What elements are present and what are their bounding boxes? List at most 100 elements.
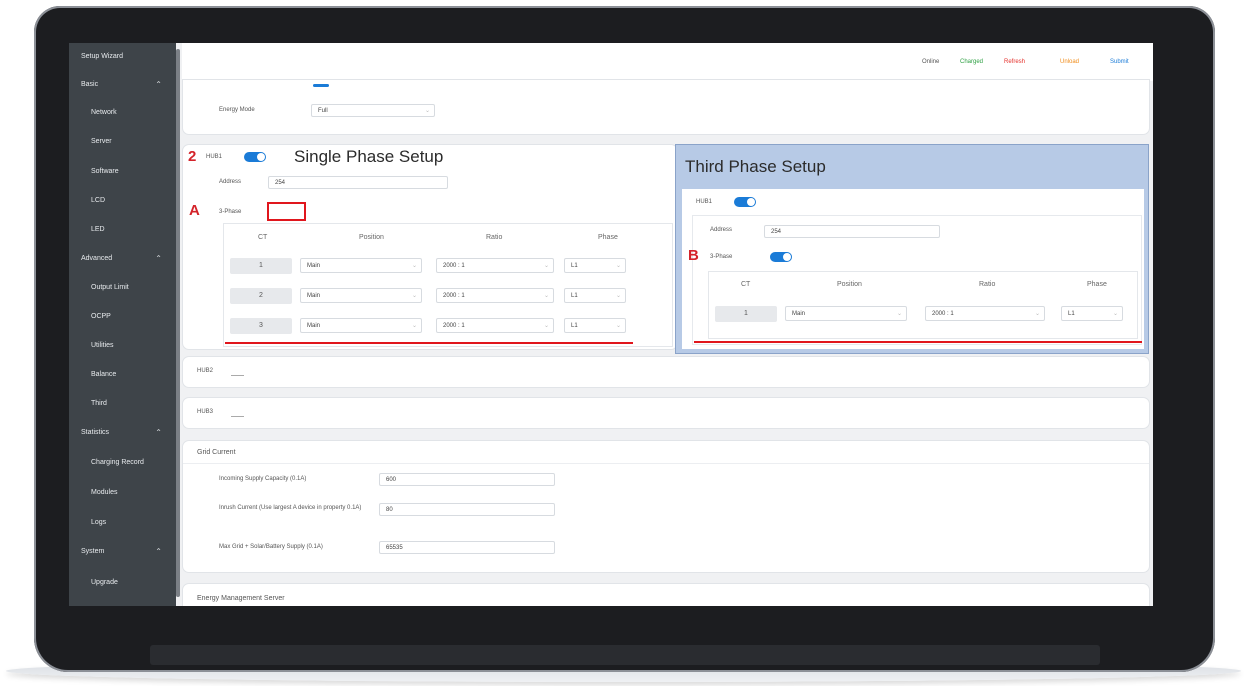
sidebar-item[interactable]: Logs	[69, 513, 176, 533]
ratio-select[interactable]: 2000 : 1 ⌄	[436, 258, 554, 273]
hub2-label: HUB2	[197, 368, 214, 374]
position-select[interactable]: Main ⌄	[785, 306, 907, 321]
sidebar-item[interactable]: Output Limit	[69, 278, 176, 298]
position-select-value: Main	[307, 323, 321, 329]
tp-ct-table: CT Position Ratio Phase 1 Main ⌄ 2000 : 1 ⌄ L…	[708, 271, 1138, 339]
ratio-select[interactable]: 2000 : 1 ⌄	[436, 318, 554, 333]
sidebar-item-label: Logs	[91, 519, 107, 526]
inrush-current-value: 80	[386, 507, 393, 513]
sidebar-item-label: Software	[91, 168, 119, 175]
chevron-down-icon: ⌄	[1112, 311, 1118, 317]
highlight-underline	[225, 342, 633, 344]
chevron-down-icon: ⌄	[896, 311, 902, 317]
unload-button[interactable]: Unload	[1060, 59, 1079, 65]
sidebar-item[interactable]: Balance	[69, 365, 176, 385]
sidebar-item[interactable]: Modules	[69, 483, 176, 503]
max-grid-supply-input[interactable]: 65535	[379, 541, 555, 554]
position-select[interactable]: Main ⌄	[300, 318, 422, 333]
ratio-select[interactable]: 2000 : 1 ⌄	[925, 306, 1045, 321]
position-select[interactable]: Main ⌄	[300, 258, 422, 273]
sidebar: Setup Wizard Basic ⌃ Network Server Software L…	[69, 43, 176, 606]
ct-number: 2	[230, 288, 292, 304]
toggle-partial[interactable]	[313, 84, 329, 87]
sidebar-item[interactable]: LCD	[69, 191, 176, 211]
incoming-supply-input[interactable]: 600	[379, 473, 555, 486]
tp-hub1-toggle[interactable]	[734, 197, 756, 207]
chevron-up-icon: ⌃	[155, 428, 162, 437]
energy-mode-select[interactable]: Full ⌄	[311, 104, 435, 117]
hub1-toggle[interactable]	[244, 152, 266, 162]
inrush-current-input[interactable]: 80	[379, 503, 555, 516]
sidebar-item[interactable]: Statistics ⌃	[69, 423, 176, 443]
ct-table: CT Position Ratio Phase 1 Main ⌄ 2000 : 1 ⌄ L…	[223, 223, 673, 347]
sidebar-item-label: Charging Record	[91, 459, 144, 466]
ratio-select[interactable]: 2000 : 1 ⌄	[436, 288, 554, 303]
status-charged[interactable]: Charged	[960, 59, 983, 65]
ct-number-value: 2	[259, 292, 263, 299]
chevron-up-icon: ⌃	[155, 254, 162, 263]
toggle-knob	[783, 253, 791, 261]
sidebar-item[interactable]: Charging Record	[69, 453, 176, 473]
energy-server-card: Energy Management Server	[182, 583, 1150, 606]
tp-col-position: Position	[837, 281, 862, 288]
incoming-supply-value: 600	[386, 477, 397, 483]
sidebar-item[interactable]: Server	[69, 132, 176, 152]
sidebar-item[interactable]: Software	[69, 162, 176, 182]
phase-select[interactable]: L1 ⌄	[564, 258, 626, 273]
tp-address-input[interactable]: 254	[764, 225, 940, 238]
submit-button[interactable]: Submit	[1110, 59, 1129, 65]
hub2-card: HUB2	[182, 356, 1150, 388]
phase-select-value: L1	[571, 293, 578, 299]
hub2-toggle[interactable]	[231, 369, 244, 376]
annotation-marker-b: B	[688, 247, 699, 264]
sidebar-item-label: Balance	[91, 371, 117, 378]
sidebar-item-label: LCD	[91, 197, 106, 204]
sidebar-item[interactable]: Basic ⌃	[69, 75, 176, 95]
three-phase-toggle-off-highlight[interactable]	[267, 202, 306, 221]
sidebar-item[interactable]: LED	[69, 220, 176, 240]
tp-three-phase-toggle[interactable]	[770, 252, 792, 262]
phase-select[interactable]: L1 ⌄	[564, 318, 626, 333]
third-phase-setup-panel: Third Phase Setup HUB1 Address 254 B 3-P…	[675, 144, 1149, 354]
phase-select-value: L1	[571, 323, 578, 329]
single-phase-heading: Single Phase Setup	[294, 147, 444, 166]
chevron-down-icon: ⌄	[411, 323, 417, 329]
grid-current-title: Grid Current	[197, 449, 236, 456]
address-value: 254	[275, 180, 286, 186]
sidebar-item[interactable]: Setup Wizard	[69, 47, 176, 67]
phase-select[interactable]: L1 ⌄	[564, 288, 626, 303]
status-online[interactable]: Online	[922, 59, 939, 65]
position-select[interactable]: Main ⌄	[300, 288, 422, 303]
chevron-down-icon: ⌄	[543, 323, 549, 329]
sidebar-item-label: Utilities	[91, 342, 114, 349]
sidebar-item-label: OCPP	[91, 313, 111, 320]
phase-select[interactable]: L1 ⌄	[1061, 306, 1123, 321]
max-grid-supply-value: 65535	[386, 545, 403, 551]
sidebar-item[interactable]: Advanced ⌃	[69, 249, 176, 269]
ratio-select-value: 2000 : 1	[443, 263, 465, 269]
hub3-toggle[interactable]	[231, 410, 244, 417]
sidebar-item[interactable]: Network	[69, 103, 176, 123]
sidebar-item[interactable]: OCPP	[69, 307, 176, 327]
sidebar-item[interactable]: System ⌃	[69, 542, 176, 562]
refresh-button[interactable]: Refresh	[1004, 59, 1025, 65]
third-phase-heading: Third Phase Setup	[685, 157, 826, 176]
sidebar-item[interactable]: Upgrade	[69, 573, 176, 593]
energy-mode-card: Energy Mode Full ⌄	[182, 79, 1150, 135]
sidebar-item-label: Setup Wizard	[81, 53, 124, 60]
ct-number: 1	[715, 306, 777, 322]
energy-mode-value: Full	[318, 108, 328, 114]
sidebar-item-label: LED	[91, 226, 105, 233]
ratio-select-value: 2000 : 1	[932, 311, 954, 317]
tp-hub1-label: HUB1	[696, 199, 713, 205]
app-screen: Setup Wizard Basic ⌃ Network Server Software L…	[69, 43, 1153, 606]
toggle-knob	[747, 198, 755, 206]
sidebar-item[interactable]: Utilities	[69, 336, 176, 356]
address-input[interactable]: 254	[268, 176, 448, 189]
sidebar-item[interactable]: Third	[69, 394, 176, 414]
sidebar-item-label: Output Limit	[91, 284, 129, 291]
sidebar-scrollbar[interactable]	[176, 49, 180, 597]
third-phase-body: HUB1 Address 254 B 3-Phase CT Position R…	[682, 189, 1144, 349]
position-select-value: Main	[307, 263, 321, 269]
divider	[183, 463, 1149, 464]
